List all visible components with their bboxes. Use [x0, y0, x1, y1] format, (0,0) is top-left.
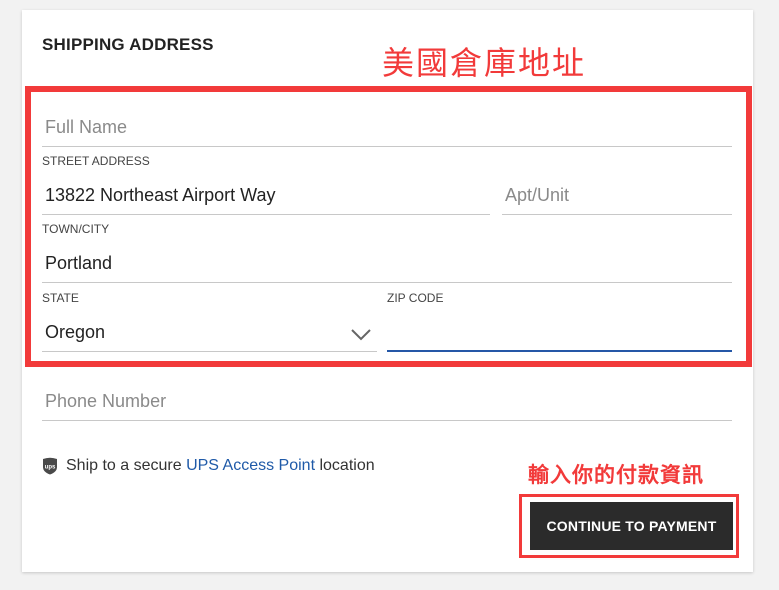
street-address-field[interactable]: 13822 Northeast Airport Way [42, 170, 490, 215]
town-city-field[interactable]: Portland [42, 238, 732, 283]
street-address-value: 13822 Northeast Airport Way [45, 185, 276, 205]
shipping-address-card: SHIPPING ADDRESS 美國倉庫地址 Full Name STREET… [22, 10, 753, 572]
apt-unit-field[interactable]: Apt/Unit [502, 170, 732, 215]
chevron-down-icon[interactable] [351, 329, 371, 341]
phone-number-placeholder: Phone Number [45, 391, 167, 411]
ups-text-prefix: Ship to a secure [66, 457, 187, 475]
continue-to-payment-button[interactable]: CONTINUE TO PAYMENT [530, 502, 733, 550]
town-city-value: Portland [45, 253, 113, 273]
zip-code-field[interactable] [387, 307, 732, 352]
full-name-placeholder: Full Name [45, 117, 128, 137]
state-value: Oregon [45, 322, 106, 342]
ups-access-point-link[interactable]: UPS Access Point [186, 457, 315, 474]
zip-code-label: ZIP CODE [387, 291, 444, 305]
annotation-warehouse-address: 美國倉庫地址 [382, 45, 587, 81]
ups-text-suffix: location [315, 457, 375, 475]
street-address-label: STREET ADDRESS [42, 154, 150, 168]
svg-text:ups: ups [45, 465, 56, 471]
town-city-label: TOWN/CITY [42, 222, 110, 236]
apt-unit-placeholder: Apt/Unit [505, 185, 570, 205]
section-title: SHIPPING ADDRESS [42, 35, 214, 54]
state-label: STATE [42, 291, 79, 305]
ups-access-point-row: ups Ship to a secure UPS Access Point lo… [42, 457, 375, 477]
state-select[interactable]: Oregon [42, 307, 377, 352]
phone-number-field[interactable]: Phone Number [42, 376, 732, 421]
full-name-field[interactable]: Full Name [42, 102, 732, 147]
annotation-payment-info: 輸入你的付款資訊 [528, 464, 704, 487]
ups-shield-icon: ups [43, 457, 57, 475]
